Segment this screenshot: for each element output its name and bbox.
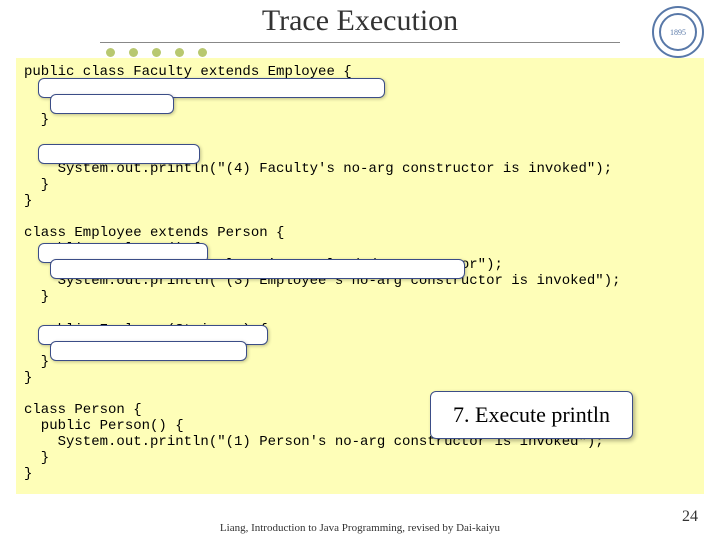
highlight-faculty-ctor <box>38 144 200 164</box>
university-logo: 1895 <box>652 6 704 58</box>
highlight-new-faculty <box>50 94 174 114</box>
page-number: 24 <box>682 508 698 526</box>
decorative-dots <box>106 48 207 57</box>
footer-citation: Liang, Introduction to Java Programming,… <box>0 522 720 534</box>
highlight-this-call <box>50 259 465 279</box>
logo-year: 1895 <box>659 13 697 51</box>
title-underline <box>100 42 620 43</box>
callout-step: 7. Execute println <box>430 391 633 439</box>
highlight-println-s <box>50 341 247 361</box>
slide-title: Trace Execution <box>0 4 720 38</box>
